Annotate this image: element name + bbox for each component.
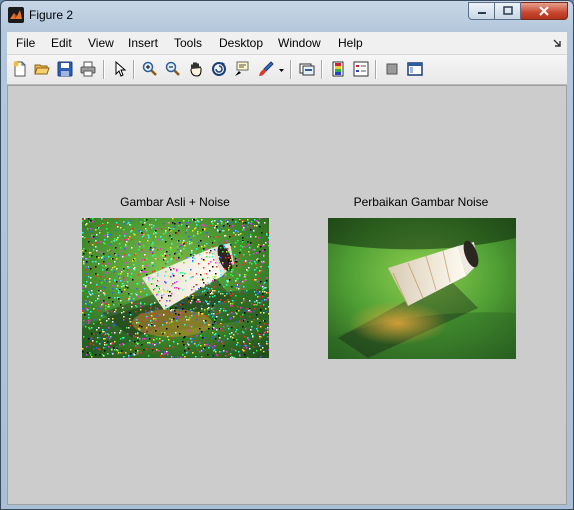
save-icon[interactable] (56, 60, 74, 78)
hide-plot-tools-icon[interactable] (383, 60, 401, 78)
maximize-icon (502, 6, 513, 15)
link-plot-icon[interactable] (298, 60, 316, 78)
menu-tools[interactable]: Tools (174, 36, 202, 50)
data-cursor-icon[interactable] (233, 60, 251, 78)
maximize-button[interactable] (495, 2, 521, 20)
minimize-button[interactable] (468, 2, 495, 20)
pan-hand-icon[interactable] (187, 60, 205, 78)
noisy-shuttlecock-image (82, 218, 269, 358)
axes-2-title: Perbaikan Gambar Noise (353, 195, 489, 209)
noisy-image-axes[interactable] (82, 218, 269, 358)
menu-insert[interactable]: Insert (128, 36, 158, 50)
menu-desktop[interactable]: Desktop (219, 36, 263, 50)
show-plot-tools-icon[interactable] (406, 60, 424, 78)
menu-bar: File Edit View Insert Tools Desktop Wind… (7, 32, 567, 55)
brush-dropdown-icon[interactable] (277, 60, 285, 78)
figure-toolbar (7, 55, 567, 85)
edit-plot-arrow-icon[interactable] (111, 60, 129, 78)
title-bar[interactable]: Figure 2 (1, 1, 573, 31)
menu-help[interactable]: Help (338, 36, 363, 50)
insert-legend-icon[interactable] (352, 60, 370, 78)
dock-arrow-icon[interactable] (553, 39, 562, 48)
close-button[interactable] (521, 2, 568, 20)
menu-file[interactable]: File (16, 36, 35, 50)
new-figure-icon[interactable] (11, 60, 29, 78)
matlab-logo-icon (8, 7, 24, 23)
zoom-in-icon[interactable] (141, 60, 159, 78)
open-file-icon[interactable] (33, 60, 51, 78)
rotate-3d-icon[interactable] (210, 60, 228, 78)
print-icon[interactable] (79, 60, 97, 78)
restored-image-axes[interactable] (328, 218, 516, 359)
restored-shuttlecock-image (328, 218, 516, 359)
axes-1-title: Gambar Asli + Noise (120, 195, 230, 209)
menu-view[interactable]: View (88, 36, 114, 50)
brush-icon[interactable] (257, 60, 275, 78)
window-title: Figure 2 (29, 8, 74, 22)
menu-window[interactable]: Window (278, 36, 321, 50)
close-icon (539, 6, 549, 16)
minimize-icon (477, 12, 486, 14)
insert-colorbar-icon[interactable] (329, 60, 347, 78)
figure-window: Figure 2 File Edit View Insert Tools Des… (0, 0, 574, 510)
zoom-out-icon[interactable] (164, 60, 182, 78)
figure-canvas: Gambar Asli + Noise Perbaikan Gambar Noi… (7, 85, 567, 505)
menu-edit[interactable]: Edit (51, 36, 72, 50)
